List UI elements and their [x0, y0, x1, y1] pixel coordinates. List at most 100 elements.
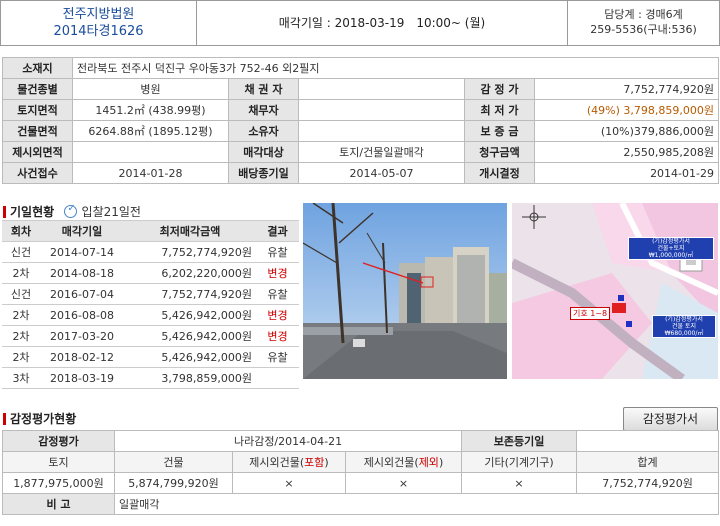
- table-row: 2차 2016-08-08 5,426,942,000원 변경: [2, 304, 299, 326]
- history-result: 유찰: [256, 283, 299, 305]
- case-header: 전주지방법원 2014타경1626 매각기일 : 2018-03-19 10:0…: [0, 0, 720, 46]
- history-round: 신건: [2, 283, 40, 305]
- appraisal-header-row: 토지 건물 제시외건물(포함) 제시외건물(제외) 기타(기계기구) 합계: [2, 451, 720, 473]
- deposit: (10%)379,886,000원: [534, 120, 719, 142]
- header-cell: 최저매각금액: [124, 220, 256, 242]
- header-cell: 매각기일: [40, 220, 124, 242]
- info-label: 제시외면적: [2, 141, 73, 163]
- info-row: 제시외면적 매각대상 토지/건물일괄매각 청구금액 2,550,985,208원: [2, 141, 719, 163]
- manager-phone: 259-5536(구내:536): [590, 23, 697, 36]
- history-header-row: 회차 매각기일 최저매각금액 결과: [2, 220, 299, 242]
- table-row: 2차 2018-02-12 5,426,942,000원 유찰: [2, 346, 299, 368]
- info-label: 건물면적: [2, 120, 73, 142]
- header-cell: 결과: [256, 220, 299, 242]
- map-marker-label: 기호 1~8: [570, 307, 611, 320]
- table-row: 신건 2014-07-14 7,752,774,920원 유찰: [2, 241, 299, 263]
- history-result: 변경: [256, 262, 299, 284]
- header-text: 제시외건물(: [249, 456, 305, 469]
- history-date: 2018-02-12: [40, 346, 124, 368]
- info-value: [298, 78, 465, 100]
- history-date: 2016-08-08: [40, 304, 124, 326]
- history-price: 7,752,774,920원: [124, 241, 256, 263]
- table-row: 3차 2018-03-19 3,798,859,000원: [2, 367, 299, 389]
- history-result: 변경: [256, 304, 299, 326]
- history-date: 2016-07-04: [40, 283, 124, 305]
- history-round: 3차: [2, 367, 40, 389]
- info-value: 2014-01-28: [72, 162, 229, 184]
- check-circle-icon: ✓: [64, 203, 78, 218]
- extra-included-value: ×: [232, 472, 346, 494]
- table-row: 신건 2016-07-04 7,752,774,920원 유찰: [2, 283, 299, 305]
- cadastral-map-image: [512, 203, 718, 379]
- history-result: 변경: [256, 325, 299, 347]
- info-label: 개시결정: [464, 162, 535, 184]
- info-value: 6264.88㎡ (1895.12평): [72, 120, 229, 142]
- auction-history-table: 회차 매각기일 최저매각금액 결과 신건 2014-07-14 7,752,774,…: [2, 220, 299, 389]
- machinery-header: 기타(기계기구): [461, 451, 578, 473]
- property-photo[interactable]: [303, 203, 507, 379]
- extra-building-included-header: 제시외건물(포함): [232, 451, 346, 473]
- info-label: 최 저 가: [464, 99, 535, 121]
- info-value: [298, 120, 465, 142]
- info-label: 소유자: [228, 120, 299, 142]
- registration-date-label: 보존등기일: [461, 430, 578, 452]
- appraisal-values-row: 1,877,975,000원 5,874,799,920원 × × × 7,75…: [2, 472, 720, 494]
- appraisal-row: 감정평가 나라감정/2014-04-21 보존등기일: [2, 430, 720, 452]
- history-date: 2014-08-18: [40, 262, 124, 284]
- info-label: 감 정 가: [464, 78, 535, 100]
- history-round: 2차: [2, 325, 40, 347]
- included-text: 포함: [304, 456, 325, 469]
- info-label: 매각대상: [228, 141, 299, 163]
- header-text: ): [324, 456, 329, 469]
- table-row: 2차 2014-08-18 6,202,220,000원 변경: [2, 262, 299, 284]
- info-label: 채 권 자: [228, 78, 299, 100]
- info-value: 토지/건물일괄매각: [298, 141, 465, 163]
- building-photo-image: [303, 203, 507, 379]
- map-label-price-2: (기)감정평가서 건물 토지 ₩680,000/㎡: [652, 315, 716, 338]
- history-price: 5,426,942,000원: [124, 325, 256, 347]
- history-title: 기일현황: [10, 205, 55, 219]
- info-label: 청구금액: [464, 141, 535, 163]
- building-value: 5,874,799,920원: [114, 472, 233, 494]
- history-round: 2차: [2, 262, 40, 284]
- location-label: 소재지: [2, 57, 73, 79]
- history-result: 유찰: [256, 241, 299, 263]
- court-info: 전주지방법원 2014타경1626: [1, 1, 197, 45]
- land-header: 토지: [2, 451, 115, 473]
- history-round: 신건: [2, 241, 40, 263]
- auction-date: 매각기일 : 2018-03-19 10:00~ (월): [197, 1, 568, 45]
- extra-excluded-value: ×: [344, 472, 463, 494]
- table-row: 2차 2017-03-20 5,426,942,000원 변경: [2, 325, 299, 347]
- appraisal-report-button[interactable]: 감정평가서: [623, 407, 718, 431]
- minimum-price: (49%) 3,798,859,000원: [534, 99, 719, 121]
- appraisal-price: 7,752,774,920원: [534, 78, 719, 100]
- info-label: 배당종기일: [228, 162, 299, 184]
- info-value: 병원: [72, 78, 229, 100]
- location-map[interactable]: (기)감정평가서 건물+토지 ₩1,000,000/㎡ (기)감정평가서 건물 …: [512, 203, 718, 379]
- info-value: [298, 99, 465, 121]
- case-number: 2014타경1626: [53, 24, 144, 39]
- info-value: [72, 141, 229, 163]
- history-price: 3,798,859,000원: [124, 367, 256, 389]
- header-cell: 회차: [2, 220, 40, 242]
- info-value: 2014-05-07: [298, 162, 465, 184]
- appraisal-table: 감정평가 나라감정/2014-04-21 보존등기일 토지 건물 제시외건물(포…: [2, 430, 720, 515]
- history-date: 2018-03-19: [40, 367, 124, 389]
- history-result: 유찰: [256, 346, 299, 368]
- history-price: 6,202,220,000원: [124, 262, 256, 284]
- info-row: 건물면적 6264.88㎡ (1895.12평) 소유자 보 증 금 (10%)…: [2, 120, 719, 142]
- info-label: 토지면적: [2, 99, 73, 121]
- history-price: 5,426,942,000원: [124, 346, 256, 368]
- history-date: 2014-07-14: [40, 241, 124, 263]
- extra-building-excluded-header: 제시외건물(제외): [344, 451, 463, 473]
- remarks-label: 비 고: [2, 493, 115, 515]
- claim-amount: 2,550,985,208원: [534, 141, 719, 163]
- info-label: 보 증 금: [464, 120, 535, 142]
- remarks-row: 비 고 일괄매각: [2, 493, 720, 515]
- section-marker-icon: [3, 206, 6, 218]
- info-row: 물건종별 병원 채 권 자 감 정 가 7,752,774,920원: [2, 78, 719, 100]
- appraisal-title: 감정평가현황: [10, 412, 77, 426]
- info-label: 채무자: [228, 99, 299, 121]
- history-round: 2차: [2, 346, 40, 368]
- manager-dept: 담당계 : 경매6계: [604, 8, 683, 21]
